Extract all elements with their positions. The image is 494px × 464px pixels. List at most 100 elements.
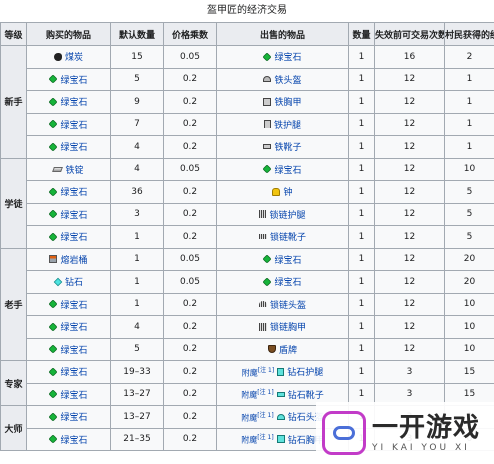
- item-link[interactable]: 绿宝石: [60, 118, 87, 131]
- multiplier-cell: 0.05: [163, 247, 217, 271]
- max-uses-cell: 12: [374, 292, 445, 316]
- item-link[interactable]: 铁锭: [65, 163, 83, 176]
- item-link[interactable]: 绿宝石: [60, 140, 87, 153]
- buy-item-cell: 绿宝石: [26, 90, 111, 114]
- emerald-icon: [48, 299, 59, 309]
- enchanted-label: 附魔[注 1]: [241, 387, 273, 401]
- table-row: 绿宝石 1 0.2 锁链头盔 1 12 10: [1, 292, 494, 316]
- sell-quantity-cell: 1: [348, 292, 375, 316]
- item-link[interactable]: 绿宝石: [60, 208, 87, 221]
- item-link[interactable]: 锁链靴子: [270, 230, 306, 243]
- item-link[interactable]: 绿宝石: [60, 433, 87, 446]
- quantity-cell: 3: [110, 202, 164, 226]
- footnote-link[interactable]: [注 1]: [257, 434, 273, 441]
- watermark-subtitle: YI KAI YOU XI: [372, 443, 470, 453]
- xp-cell: 5: [444, 180, 494, 204]
- sell-quantity-cell: 1: [348, 135, 375, 159]
- buy-item-cell: 绿宝石: [26, 202, 111, 226]
- item-link[interactable]: 绿宝石: [274, 50, 301, 63]
- item-link[interactable]: 铁靴子: [274, 140, 301, 153]
- item-link[interactable]: 铁头盔: [274, 73, 301, 86]
- item-link[interactable]: 绿宝石: [60, 73, 87, 86]
- quantity-cell: 1: [110, 292, 164, 316]
- sell-item-cell: 绿宝石: [216, 247, 349, 271]
- item-link[interactable]: 绿宝石: [60, 320, 87, 333]
- buy-item-cell: 绿宝石: [26, 382, 111, 406]
- buy-item-cell: 绿宝石: [26, 427, 111, 451]
- multiplier-cell: 0.05: [163, 270, 217, 294]
- item-link[interactable]: 绿宝石: [60, 95, 87, 108]
- table-caption: 盔甲匠的经济交易: [207, 5, 287, 16]
- item-link[interactable]: 铁护腿: [274, 118, 301, 131]
- chain-chestplate-icon: [258, 322, 267, 331]
- sell-item-cell: 铁护腿: [216, 112, 349, 136]
- footnote-link[interactable]: [注 1]: [257, 412, 273, 419]
- table-row: 绿宝石 1 0.2 锁链靴子 1 12 5: [1, 225, 494, 249]
- item-link[interactable]: 钻石: [65, 275, 83, 288]
- item-link[interactable]: 绿宝石: [274, 163, 301, 176]
- multiplier-cell: 0.2: [163, 90, 217, 114]
- emerald-icon: [48, 411, 59, 422]
- sell-item-cell: 绿宝石: [216, 45, 349, 69]
- buy-item-cell: 熔岩桶: [26, 247, 111, 271]
- level-cell: 学徒: [0, 157, 27, 249]
- buy-item-cell: 绿宝石: [26, 315, 111, 339]
- quantity-cell: 4: [110, 135, 164, 159]
- header-cell: 购买的物品: [26, 22, 111, 46]
- emerald-icon: [48, 366, 59, 377]
- multiplier-cell: 0.2: [163, 315, 217, 339]
- emerald-icon: [262, 254, 273, 264]
- multiplier-cell: 0.2: [163, 427, 217, 451]
- emerald-icon: [262, 276, 273, 287]
- table-row: 学徒 铁锭 4 0.05 绿宝石 1 12 10: [0, 157, 494, 249]
- item-link[interactable]: 钟: [283, 185, 292, 198]
- item-link[interactable]: 煤炭: [65, 50, 83, 63]
- sell-item-cell: 锁链胸甲: [216, 315, 349, 339]
- quantity-cell: 5: [110, 67, 164, 91]
- item-link[interactable]: 绿宝石: [60, 365, 87, 378]
- iron-boots-icon: [263, 144, 272, 150]
- buy-item-cell: 绿宝石: [26, 360, 111, 384]
- sell-quantity-cell: 1: [348, 67, 375, 91]
- header-cell: 价格乘数: [163, 22, 217, 46]
- chain-helmet-icon: [258, 301, 267, 308]
- xp-cell: 1: [444, 112, 494, 136]
- emerald-icon: [48, 344, 59, 354]
- item-link[interactable]: 绿宝石: [60, 230, 87, 243]
- item-link[interactable]: 熔岩桶: [60, 253, 87, 266]
- item-link[interactable]: 盾牌: [279, 343, 297, 356]
- sell-item-cell: 锁链靴子: [216, 225, 349, 249]
- item-link[interactable]: 钻石护腿: [287, 365, 323, 378]
- quantity-cell: 36: [110, 180, 164, 204]
- diamond-icon: [53, 277, 63, 286]
- item-link[interactable]: 绿宝石: [274, 253, 301, 266]
- sell-quantity-cell: 1: [348, 180, 375, 204]
- item-link[interactable]: 绿宝石: [60, 388, 87, 401]
- emerald-icon: [48, 119, 59, 129]
- gamepad-logo-icon: [322, 411, 366, 455]
- level-cell: 专家: [0, 360, 27, 406]
- buy-item-cell: 绿宝石: [26, 405, 111, 429]
- header-cell: 村民获得的经验值: [444, 22, 494, 46]
- watermark: 一开游戏 YI KAI YOU XI: [316, 402, 494, 464]
- max-uses-cell: 12: [374, 225, 445, 249]
- xp-cell: 10: [444, 292, 494, 316]
- item-link[interactable]: 铁胸甲: [274, 95, 301, 108]
- item-link[interactable]: 锁链护腿: [269, 208, 305, 221]
- item-link[interactable]: 绿宝石: [60, 410, 87, 423]
- item-link[interactable]: 绿宝石: [274, 275, 301, 288]
- footnote-link[interactable]: [注 1]: [258, 367, 274, 374]
- item-link[interactable]: 绿宝石: [60, 298, 87, 311]
- item-link[interactable]: 锁链胸甲: [270, 320, 306, 333]
- item-link[interactable]: 钻石靴子: [288, 388, 324, 401]
- item-link[interactable]: 锁链头盔: [270, 298, 306, 311]
- item-link[interactable]: 绿宝石: [60, 185, 87, 198]
- level-cell: 新手: [0, 45, 27, 159]
- quantity-cell: 9: [110, 90, 164, 114]
- sell-item-cell: 绿宝石: [216, 270, 349, 294]
- footnote-link[interactable]: [注 1]: [257, 389, 273, 396]
- sell-quantity-cell: 1: [348, 45, 375, 69]
- multiplier-cell: 0.2: [163, 225, 217, 249]
- header-cell: 出售的物品: [216, 22, 349, 46]
- item-link[interactable]: 绿宝石: [60, 343, 87, 356]
